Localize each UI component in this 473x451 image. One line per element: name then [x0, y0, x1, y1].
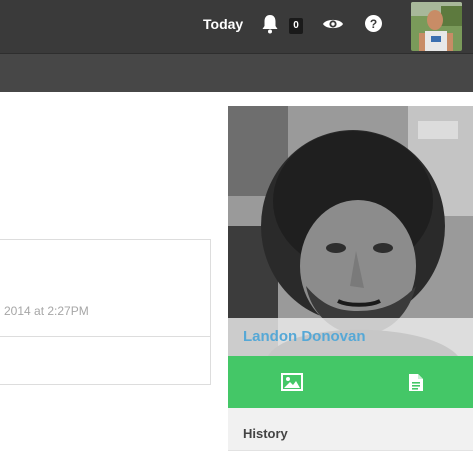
image-icon [281, 373, 303, 391]
eye-icon[interactable] [322, 17, 344, 31]
user-avatar[interactable] [411, 2, 462, 51]
profile-name-link[interactable]: Landon Donovan [243, 328, 366, 345]
activity-card: 2014 at 2:27PM [0, 239, 211, 385]
svg-text:?: ? [370, 17, 377, 31]
profile-actions [228, 356, 473, 408]
documents-button[interactable] [350, 356, 472, 408]
card-divider [0, 336, 210, 337]
history-section-header[interactable]: History [228, 408, 473, 451]
history-title: History [243, 426, 288, 441]
notification-count-badge: 0 [289, 18, 303, 34]
secondary-toolbar [0, 53, 473, 92]
top-navbar: Today 0 ? [0, 0, 473, 53]
photos-button[interactable] [228, 356, 350, 408]
help-icon[interactable]: ? [365, 15, 382, 32]
profile-name-bar: Landon Donovan [228, 318, 473, 356]
bell-icon[interactable] [261, 14, 279, 34]
document-icon [409, 374, 423, 391]
activity-timestamp: 2014 at 2:27PM [4, 304, 89, 318]
profile-panel: Landon Donovan History [228, 106, 473, 451]
today-link[interactable]: Today [203, 16, 243, 32]
